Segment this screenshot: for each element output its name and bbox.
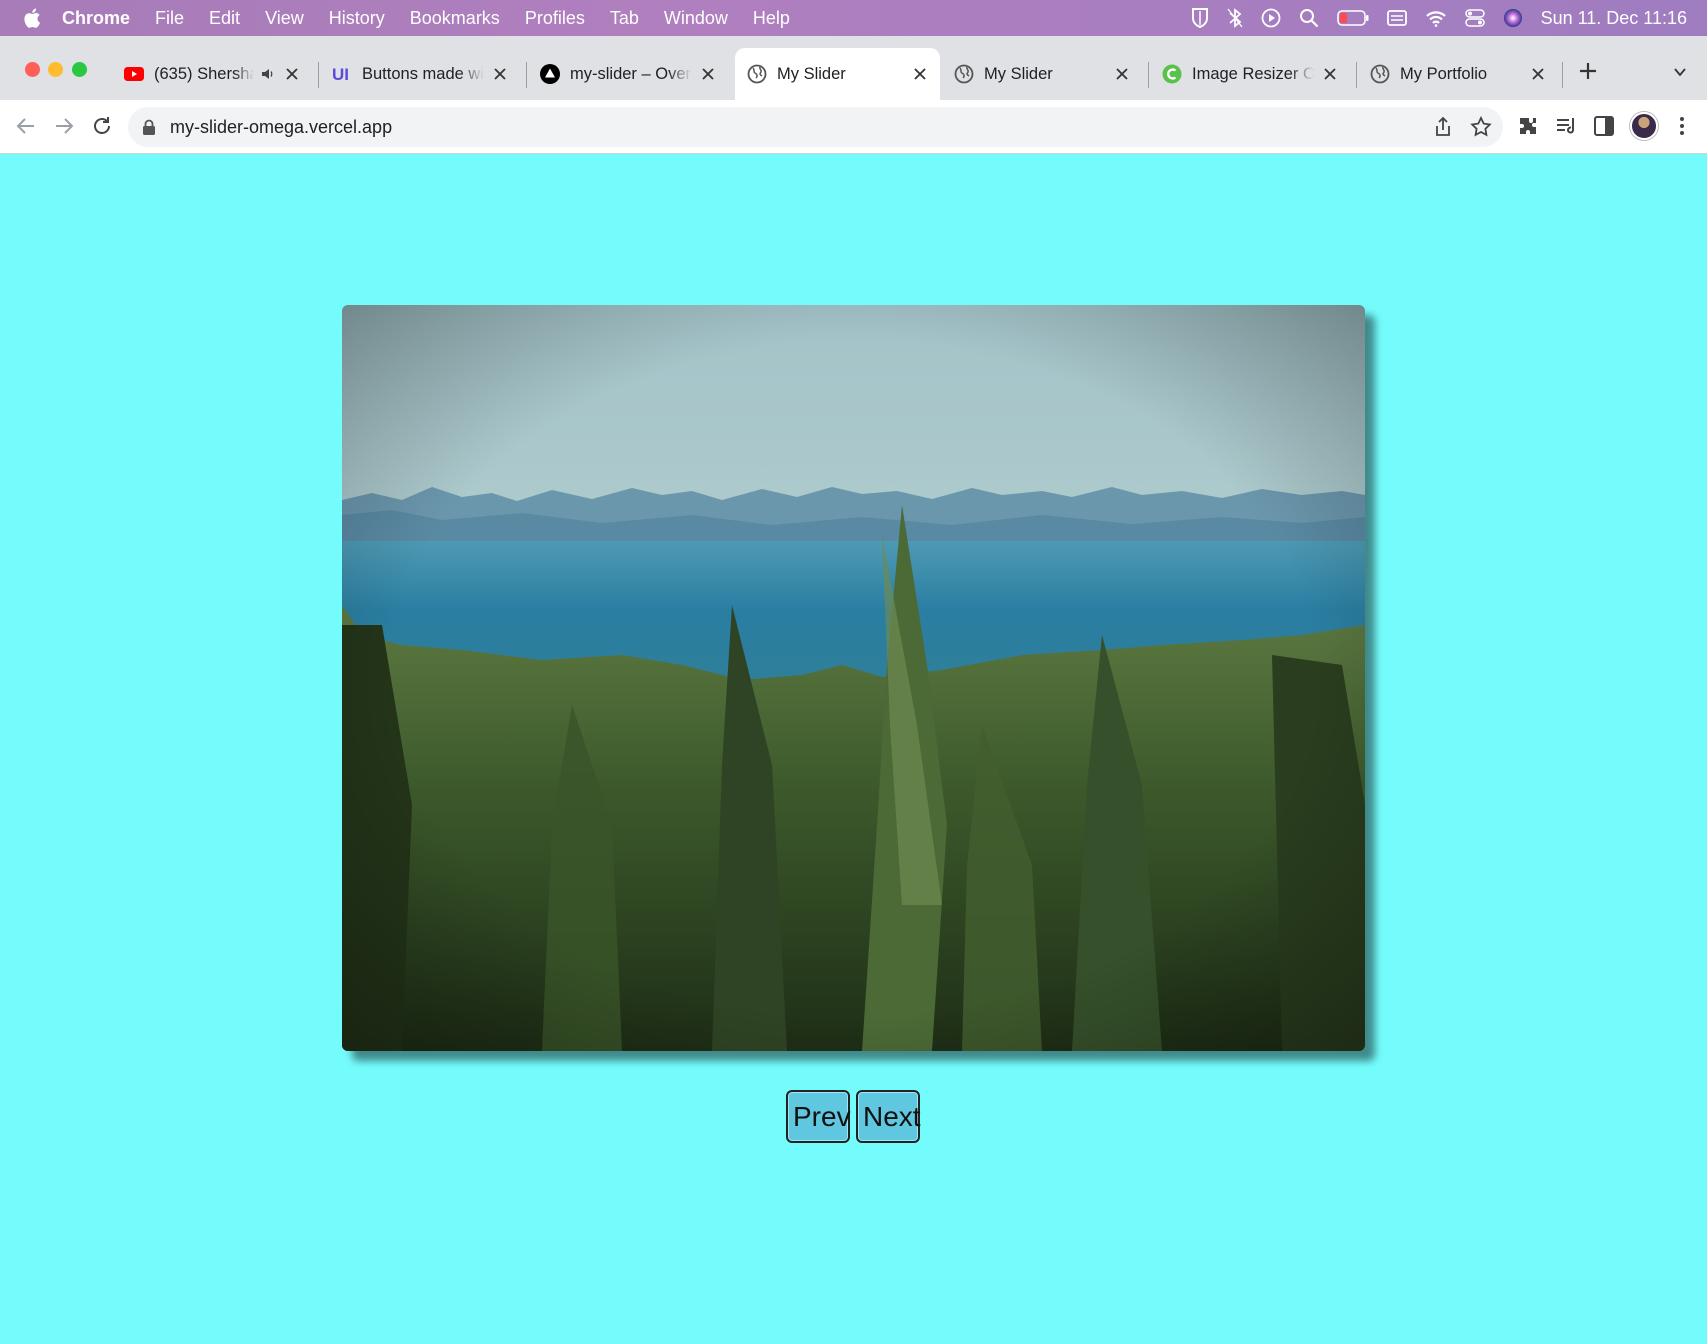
more-menu-icon[interactable] bbox=[1670, 114, 1694, 138]
tab-title: (635) Shershaah bbox=[154, 64, 254, 83]
shield-extension-icon[interactable] bbox=[1191, 7, 1209, 29]
address-bar[interactable]: my-slider-omega.vercel.app bbox=[128, 107, 1503, 147]
youtube-icon bbox=[124, 64, 144, 84]
window-zoom-button[interactable] bbox=[72, 62, 87, 77]
menu-file[interactable]: File bbox=[155, 8, 184, 29]
spotlight-search-icon[interactable] bbox=[1299, 8, 1319, 28]
tab-separator bbox=[526, 62, 527, 88]
reload-icon[interactable] bbox=[90, 114, 114, 138]
tab-image-resizer[interactable]: Image Resizer Online bbox=[1150, 48, 1350, 100]
new-tab-plus-icon[interactable] bbox=[1577, 60, 1599, 82]
close-tab-icon[interactable] bbox=[1530, 66, 1546, 82]
tab-separator bbox=[318, 62, 319, 88]
menu-history[interactable]: History bbox=[329, 8, 385, 29]
back-arrow-icon[interactable] bbox=[14, 114, 38, 138]
page-viewport: Prev Next bbox=[0, 155, 1707, 1344]
tab-title: my-slider – Overview bbox=[570, 64, 692, 83]
menu-bar-status-area: Sun 11. Dec 11:16 bbox=[1191, 0, 1687, 36]
uiverse-icon: UI bbox=[332, 64, 352, 84]
tab-my-slider[interactable]: My Slider bbox=[942, 48, 1142, 100]
vercel-icon bbox=[540, 64, 560, 84]
share-icon[interactable] bbox=[1431, 115, 1455, 139]
tab-vercel-overview[interactable]: my-slider – Overview bbox=[528, 48, 728, 100]
control-center-icon[interactable] bbox=[1464, 9, 1485, 27]
window-minimize-button[interactable] bbox=[48, 62, 63, 77]
close-tab-icon[interactable] bbox=[912, 66, 928, 82]
next-button[interactable]: Next bbox=[856, 1090, 921, 1143]
reading-list-icon[interactable] bbox=[1554, 114, 1578, 138]
prev-button[interactable]: Prev bbox=[786, 1090, 851, 1143]
tab-separator bbox=[1356, 62, 1357, 88]
menu-view[interactable]: View bbox=[265, 8, 304, 29]
battery-icon[interactable] bbox=[1336, 9, 1369, 27]
tab-title: Image Resizer Online bbox=[1192, 64, 1314, 83]
bookmark-star-icon[interactable] bbox=[1469, 115, 1493, 139]
close-tab-icon[interactable] bbox=[1322, 66, 1338, 82]
menu-tab[interactable]: Tab bbox=[610, 8, 639, 29]
close-tab-icon[interactable] bbox=[492, 66, 508, 82]
slider-image bbox=[342, 305, 1365, 1051]
tab-title: Buttons made with UI bbox=[362, 64, 484, 83]
apple-logo-icon[interactable] bbox=[22, 6, 44, 30]
slider-controls: Prev Next bbox=[786, 1090, 921, 1143]
tab-my-portfolio[interactable]: My Portfolio bbox=[1358, 48, 1558, 100]
forward-arrow-icon[interactable] bbox=[52, 114, 76, 138]
lock-icon[interactable] bbox=[142, 119, 156, 135]
resizer-icon bbox=[1162, 64, 1182, 84]
menu-edit[interactable]: Edit bbox=[209, 8, 240, 29]
play-circle-icon[interactable] bbox=[1261, 8, 1281, 28]
extensions-puzzle-icon[interactable] bbox=[1516, 114, 1540, 138]
menu-help[interactable]: Help bbox=[753, 8, 790, 29]
globe-icon bbox=[1370, 64, 1390, 84]
tab-title: My Slider bbox=[984, 64, 1053, 83]
globe-icon bbox=[954, 64, 974, 84]
tab-separator bbox=[1148, 62, 1149, 88]
window-close-button[interactable] bbox=[25, 62, 40, 77]
chevron-down-icon[interactable] bbox=[1672, 64, 1688, 80]
menu-chrome[interactable]: Chrome bbox=[62, 8, 130, 29]
url-text[interactable]: my-slider-omega.vercel.app bbox=[170, 117, 392, 138]
forest-lake-landscape-image bbox=[342, 305, 1365, 1051]
tab-buttons-uiverse[interactable]: UI Buttons made with UI bbox=[320, 48, 520, 100]
browser-toolbar: my-slider-omega.vercel.app bbox=[0, 100, 1707, 154]
menu-bookmarks[interactable]: Bookmarks bbox=[410, 8, 500, 29]
tab-title: My Slider bbox=[777, 64, 846, 83]
siri-icon[interactable] bbox=[1503, 8, 1523, 28]
wifi-icon[interactable] bbox=[1425, 9, 1447, 27]
display-icon[interactable] bbox=[1386, 9, 1407, 27]
globe-icon bbox=[747, 64, 767, 84]
close-tab-icon[interactable] bbox=[700, 66, 716, 82]
menu-profiles[interactable]: Profiles bbox=[525, 8, 585, 29]
menu-bar-clock[interactable]: Sun 11. Dec 11:16 bbox=[1541, 8, 1687, 29]
tab-title: My Portfolio bbox=[1400, 64, 1488, 83]
menu-window[interactable]: Window bbox=[664, 8, 728, 29]
macos-menu-bar: Chrome File Edit View History Bookmarks … bbox=[0, 0, 1707, 36]
profile-avatar[interactable] bbox=[1630, 112, 1658, 140]
tab-youtube[interactable]: (635) Shershaah bbox=[112, 48, 312, 100]
side-panel-icon[interactable] bbox=[1592, 114, 1616, 138]
tab-strip: (635) Shershaah UI Buttons made with UI … bbox=[0, 36, 1707, 100]
svg-text:UI: UI bbox=[332, 65, 349, 84]
tab-my-slider-active[interactable]: My Slider bbox=[735, 48, 940, 100]
bluetooth-icon[interactable] bbox=[1227, 7, 1243, 29]
speaker-icon[interactable] bbox=[260, 66, 276, 82]
close-tab-icon[interactable] bbox=[1114, 66, 1130, 82]
tab-separator bbox=[1562, 62, 1563, 88]
close-tab-icon[interactable] bbox=[284, 66, 300, 82]
